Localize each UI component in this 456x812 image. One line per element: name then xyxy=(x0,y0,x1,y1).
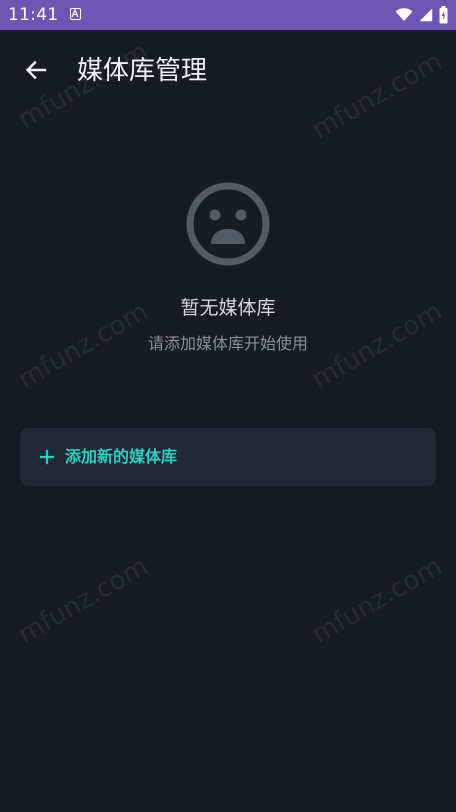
status-icons xyxy=(395,6,448,24)
battery-charging-icon xyxy=(439,6,448,24)
watermark-text: mfunz.com xyxy=(13,551,154,650)
back-button[interactable] xyxy=(16,50,56,90)
screen: 11:41 媒体库管理 暂无媒体库 请添加媒体库开始使用 添加新的媒体库 mfu… xyxy=(0,0,456,812)
wifi-icon xyxy=(395,8,413,21)
notification-icon xyxy=(70,8,81,20)
sad-face-icon xyxy=(186,182,270,266)
cellular-signal-icon xyxy=(419,8,433,22)
plus-icon xyxy=(38,448,56,466)
status-bar: 11:41 xyxy=(0,0,456,30)
status-time: 11:41 xyxy=(8,5,59,25)
add-media-library-label: 添加新的媒体库 xyxy=(65,447,178,466)
app-bar: 媒体库管理 xyxy=(0,30,456,114)
arrow-left-icon xyxy=(25,60,47,80)
add-media-library-button[interactable]: 添加新的媒体库 xyxy=(20,428,436,486)
empty-state-title: 暂无媒体库 xyxy=(180,297,276,319)
watermark-text: mfunz.com xyxy=(307,551,448,650)
empty-state-subtitle: 请添加媒体库开始使用 xyxy=(147,334,308,353)
page-title: 媒体库管理 xyxy=(77,56,208,86)
